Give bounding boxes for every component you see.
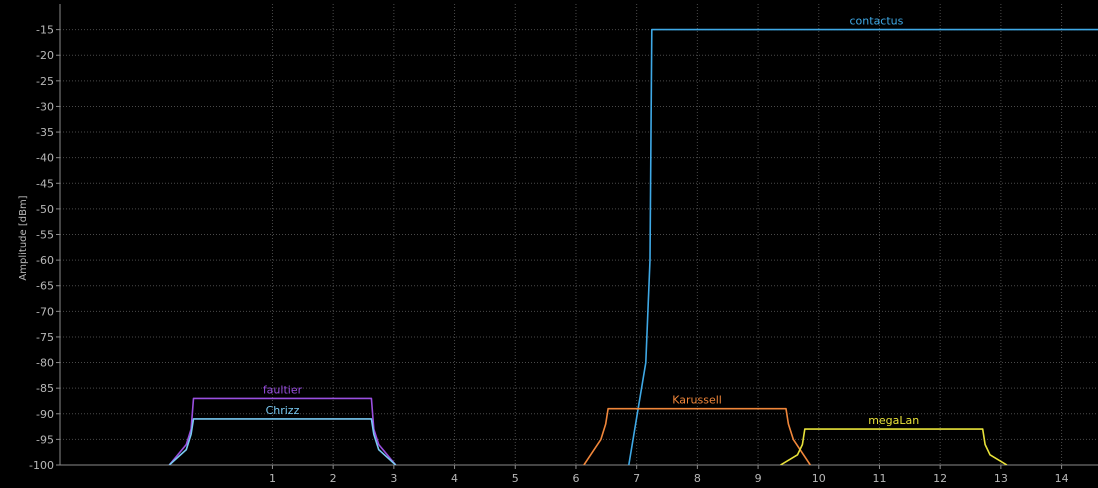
x-tick-label: 7 xyxy=(633,472,640,485)
y-tick-label: -30 xyxy=(36,100,54,113)
x-tick-label: 11 xyxy=(872,472,886,485)
series-label: contactus xyxy=(850,15,904,28)
spectrum-chart: -100 -95 -90 -85 -80 -75 -70 -65 -60 -55 -50 -45 -40… xyxy=(18,4,1098,485)
y-tick-label: -70 xyxy=(36,305,54,318)
x-tick-label: 8 xyxy=(694,472,701,485)
x-tick-label: 9 xyxy=(755,472,762,485)
series-label: megaLan xyxy=(868,414,919,427)
y-tick-label: -15 xyxy=(36,24,54,37)
series-line xyxy=(168,418,397,465)
x-tick-label: 14 xyxy=(1055,472,1069,485)
series-label: faultier xyxy=(263,383,303,396)
x-tick-label: 13 xyxy=(994,472,1008,485)
y-tick-label: -60 xyxy=(36,254,54,267)
y-tick-label: -80 xyxy=(36,357,54,370)
y-tick-label: -40 xyxy=(36,152,54,165)
y-tick-label: -20 xyxy=(36,49,54,62)
x-tick-label: 5 xyxy=(512,472,519,485)
y-tick-label: -35 xyxy=(36,126,54,139)
y-tick-label: -65 xyxy=(36,280,54,293)
series-label: Chrizz xyxy=(266,404,300,417)
x-tick-label: 6 xyxy=(572,472,579,485)
grid-layer xyxy=(60,4,1098,466)
y-tick-label: -85 xyxy=(36,382,54,395)
x-tick-label: 2 xyxy=(330,472,337,485)
series-line xyxy=(780,428,1008,465)
series-layer xyxy=(168,28,1098,465)
y-axis-label: Amplitude [dBm] xyxy=(18,195,29,280)
y-tick-label: -45 xyxy=(36,177,54,190)
x-tick-label: 12 xyxy=(933,472,947,485)
y-tick-label: -75 xyxy=(36,331,54,344)
series-label-layer: contactus faultier Chrizz Karussell megaLan xyxy=(263,15,919,428)
y-tick-label: -50 xyxy=(36,203,54,216)
series-label: Karussell xyxy=(672,394,722,407)
y-tick-label: -90 xyxy=(36,408,54,421)
y-tick-label: -95 xyxy=(36,433,54,446)
x-tick-label: 4 xyxy=(451,472,458,485)
y-tick-label: -100 xyxy=(29,459,54,472)
x-tick-label: 3 xyxy=(390,472,397,485)
x-tick-label: 1 xyxy=(269,472,276,485)
x-tick-label: 10 xyxy=(812,472,826,485)
axis-layer: -100 -95 -90 -85 -80 -75 -70 -65 -60 -55 -50 -45 -40… xyxy=(29,4,1098,485)
y-tick-label: -25 xyxy=(36,75,54,88)
y-tick-label: -55 xyxy=(36,229,54,242)
